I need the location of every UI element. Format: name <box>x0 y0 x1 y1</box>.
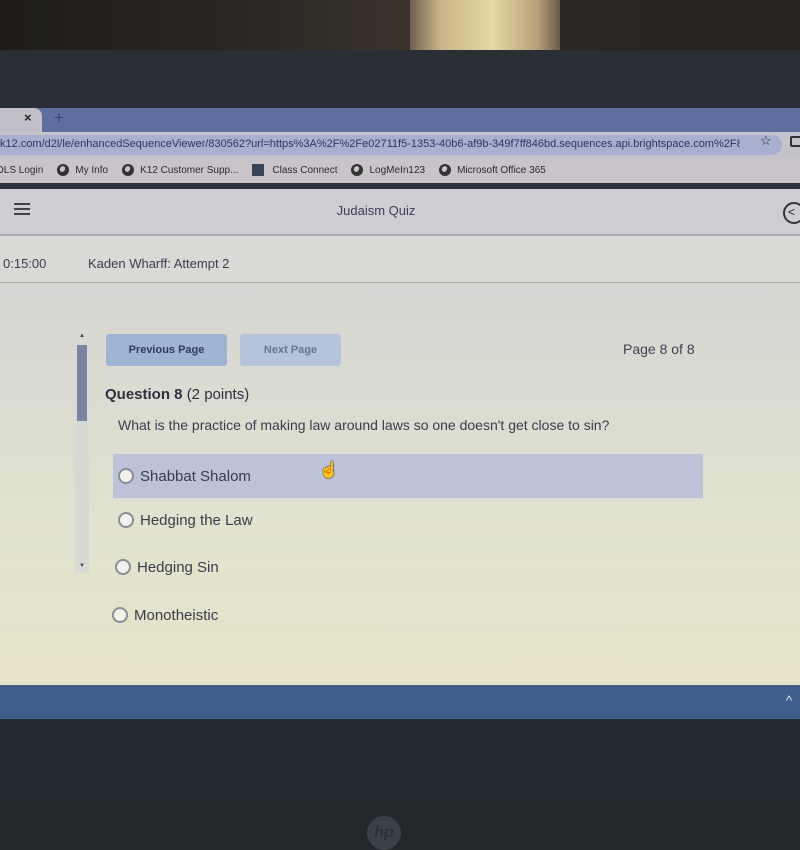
globe-icon <box>122 164 135 176</box>
question-header: Question 8 (2 points) <box>105 386 249 403</box>
bookmarks-bar: OLS Login My Info K12 Customer Supp... C… <box>0 157 800 183</box>
top-navbar: Judaism Quiz < <box>0 189 800 236</box>
hand-cursor-icon: ☝ <box>319 462 339 479</box>
globe-icon <box>351 164 364 176</box>
bookmark-ols-login[interactable]: OLS Login <box>0 165 43 176</box>
hp-logo: hp <box>367 816 401 850</box>
address-bar-row: k12.com/d2l/le/enhancedSequenceViewer/83… <box>0 132 800 157</box>
question-text: What is the practice of making law aroun… <box>118 417 610 433</box>
scrollbar[interactable]: ▲ ▼ <box>75 333 89 573</box>
scroll-down-arrow-icon[interactable]: ▼ <box>75 563 89 571</box>
attempt-info-bar: 0:15:00 Kaden Wharff: Attempt 2 <box>0 236 800 283</box>
bookmark-star-icon[interactable]: ☆ <box>760 133 772 149</box>
globe-icon <box>57 164 70 176</box>
previous-page-button[interactable]: Previous Page <box>106 334 227 366</box>
answer-option[interactable]: Hedging Sin <box>110 545 219 589</box>
answer-option[interactable]: Monotheistic <box>107 593 218 637</box>
bookmark-label: LogMeIn123 <box>369 164 426 176</box>
radio-button[interactable] <box>118 512 134 528</box>
address-bar[interactable]: k12.com/d2l/le/enhancedSequenceViewer/83… <box>0 135 782 155</box>
tray-chevron-icon[interactable]: ^ <box>786 693 792 708</box>
laptop-bezel-bottom: hp <box>0 719 800 850</box>
bookmark-my-info[interactable]: My Info <box>57 164 108 176</box>
quiz-page: Judaism Quiz < 0:15:00 Kaden Wharff: Att… <box>0 189 800 685</box>
close-tab-icon[interactable]: × <box>24 110 32 125</box>
timer: 0:15:00 <box>3 256 47 271</box>
extension-icon[interactable] <box>790 136 800 147</box>
quiz-title: Judaism Quiz <box>336 203 416 218</box>
page-indicator: Page 8 of 8 <box>623 341 695 357</box>
answer-option[interactable]: Shabbat Shalom <box>113 454 703 498</box>
option-label: Hedging the Law <box>140 511 253 529</box>
radio-button[interactable] <box>118 468 134 484</box>
radio-button[interactable] <box>115 559 131 575</box>
room-background <box>0 0 800 55</box>
option-label: Monotheistic <box>134 606 219 624</box>
option-label: Hedging Sin <box>137 558 219 576</box>
url-text[interactable]: k12.com/d2l/le/enhancedSequenceViewer/83… <box>0 138 740 150</box>
browser-tab[interactable]: × <box>0 108 42 132</box>
bookmark-label: OLS Login <box>0 164 44 176</box>
laptop-bezel-top <box>0 50 800 108</box>
question-number: Question 8 <box>105 386 183 403</box>
bookmark-k12-customer-support[interactable]: K12 Customer Supp... <box>122 164 238 176</box>
bookmark-label: Microsoft Office 365 <box>457 164 546 176</box>
tab-strip: × + <box>0 108 800 132</box>
scrollbar-thumb[interactable] <box>77 345 87 421</box>
next-page-button[interactable]: Next Page <box>240 334 341 366</box>
bookmark-class-connect[interactable]: Class Connect <box>252 164 337 176</box>
window-light <box>410 0 560 55</box>
bookmark-label: Class Connect <box>272 164 338 176</box>
bookmark-label: My Info <box>75 164 109 176</box>
bookmark-logmein123[interactable]: LogMeIn123 <box>351 164 425 176</box>
globe-icon <box>439 164 452 176</box>
bookmark-label: K12 Customer Supp... <box>140 164 239 176</box>
collapse-chevron-icon[interactable]: < <box>783 202 800 224</box>
taskbar: ^ <box>0 685 800 719</box>
question-points: (2 points) <box>186 386 250 403</box>
answer-option[interactable]: Hedging the Law <box>113 498 253 542</box>
new-tab-button[interactable]: + <box>54 108 64 128</box>
square-icon <box>252 164 265 176</box>
scroll-up-arrow-icon[interactable]: ▲ <box>75 333 89 341</box>
option-label: Shabbat Shalom <box>140 467 251 485</box>
radio-button[interactable] <box>112 607 128 623</box>
bookmark-microsoft-office-365[interactable]: Microsoft Office 365 <box>439 164 546 176</box>
attempt-label: Kaden Wharff: Attempt 2 <box>88 256 230 271</box>
